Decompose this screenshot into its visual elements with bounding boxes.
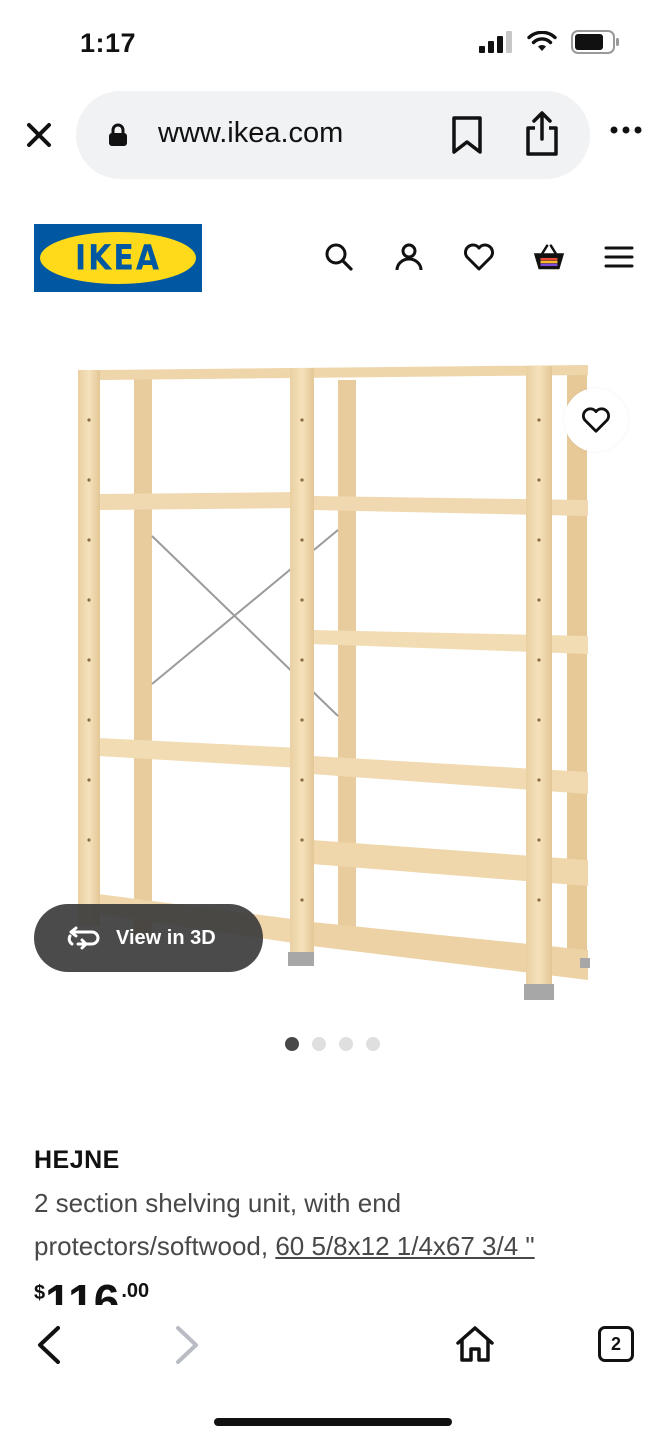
menu-icon xyxy=(604,246,634,268)
header-actions xyxy=(322,240,636,274)
lock-icon xyxy=(109,123,127,146)
heart-icon xyxy=(582,407,610,433)
pagination-dot-4[interactable] xyxy=(366,1037,380,1051)
back-button[interactable] xyxy=(34,1325,64,1370)
price-integer: 116 xyxy=(45,1275,120,1306)
browser-toolbar: 2 xyxy=(0,1305,665,1440)
search-icon xyxy=(325,243,353,271)
view-in-3d-label: View in 3D xyxy=(116,926,216,949)
forward-button[interactable] xyxy=(172,1325,202,1370)
bookmark-icon[interactable] xyxy=(450,115,484,155)
ikea-logo[interactable]: IKEA xyxy=(34,224,202,292)
search-button[interactable] xyxy=(322,240,356,274)
home-indicator xyxy=(214,1418,452,1426)
forward-icon xyxy=(176,1326,198,1364)
save-to-favourites-button[interactable] xyxy=(564,388,628,452)
url-text[interactable]: www.ikea.com xyxy=(158,117,343,150)
product-name: HEJNE xyxy=(34,1146,120,1174)
user-icon xyxy=(395,243,423,271)
home-button[interactable] xyxy=(455,1325,495,1368)
home-icon xyxy=(456,1326,494,1362)
image-pagination xyxy=(285,1037,380,1051)
basket-icon xyxy=(533,244,565,270)
more-options-button[interactable] xyxy=(610,122,642,140)
product-description: 2 section shelving unit, with end protec… xyxy=(34,1182,634,1268)
logo-text: IKEA xyxy=(74,237,162,279)
back-icon xyxy=(38,1326,60,1364)
product-price: $ 116 .00 xyxy=(34,1272,149,1306)
close-icon xyxy=(27,123,51,147)
menu-button[interactable] xyxy=(602,240,636,274)
wifi-icon xyxy=(527,31,557,51)
heart-icon xyxy=(464,243,494,271)
more-icon xyxy=(610,126,642,134)
account-button[interactable] xyxy=(392,240,426,274)
price-currency: $ xyxy=(34,1282,46,1304)
pagination-dot-3[interactable] xyxy=(339,1037,353,1051)
address-bar[interactable]: www.ikea.com xyxy=(76,91,590,179)
status-time: 1:17 xyxy=(80,28,137,58)
close-tab-button[interactable] xyxy=(22,118,56,152)
product-dimensions-link[interactable]: 60 5/8x12 1/4x67 3/4 " xyxy=(275,1231,534,1261)
pagination-dot-2[interactable] xyxy=(312,1037,326,1051)
battery-icon xyxy=(571,30,619,54)
view-in-3d-button[interactable]: View in 3D xyxy=(34,904,263,972)
price-decimal: .00 xyxy=(121,1280,150,1302)
tabs-count: 2 xyxy=(610,1333,621,1354)
share-icon[interactable] xyxy=(524,111,560,157)
shopping-bag-button[interactable] xyxy=(532,240,566,274)
cellular-signal-icon xyxy=(479,31,512,53)
rotate-3d-icon xyxy=(67,926,100,950)
logo-oval: IKEA xyxy=(40,232,196,284)
tabs-button[interactable]: 2 xyxy=(598,1326,634,1362)
status-icons xyxy=(479,30,621,54)
pagination-dot-1[interactable] xyxy=(285,1037,299,1051)
favourites-button[interactable] xyxy=(462,240,496,274)
